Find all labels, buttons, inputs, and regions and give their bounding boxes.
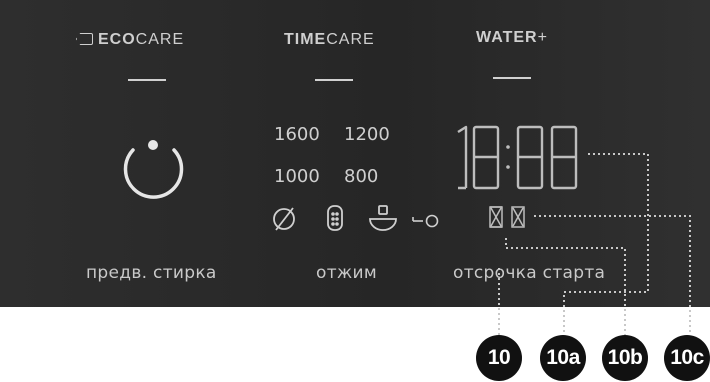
power-icon[interactable] <box>123 140 184 199</box>
callout-10c: 10c <box>664 335 710 381</box>
time-display <box>457 125 578 190</box>
hourglass-icon <box>489 206 503 228</box>
child-lock-icon <box>412 214 439 228</box>
no-spin-icon <box>273 207 295 231</box>
drum-icon <box>327 205 343 231</box>
callout-10a: 10a <box>540 335 586 381</box>
callout-lines <box>498 153 691 335</box>
panel-graphics <box>123 125 691 335</box>
hourglass-icon <box>511 206 525 228</box>
rinse-hold-icon <box>369 205 397 231</box>
callout-10: 10 <box>476 335 522 381</box>
callout-10b: 10b <box>602 335 648 381</box>
